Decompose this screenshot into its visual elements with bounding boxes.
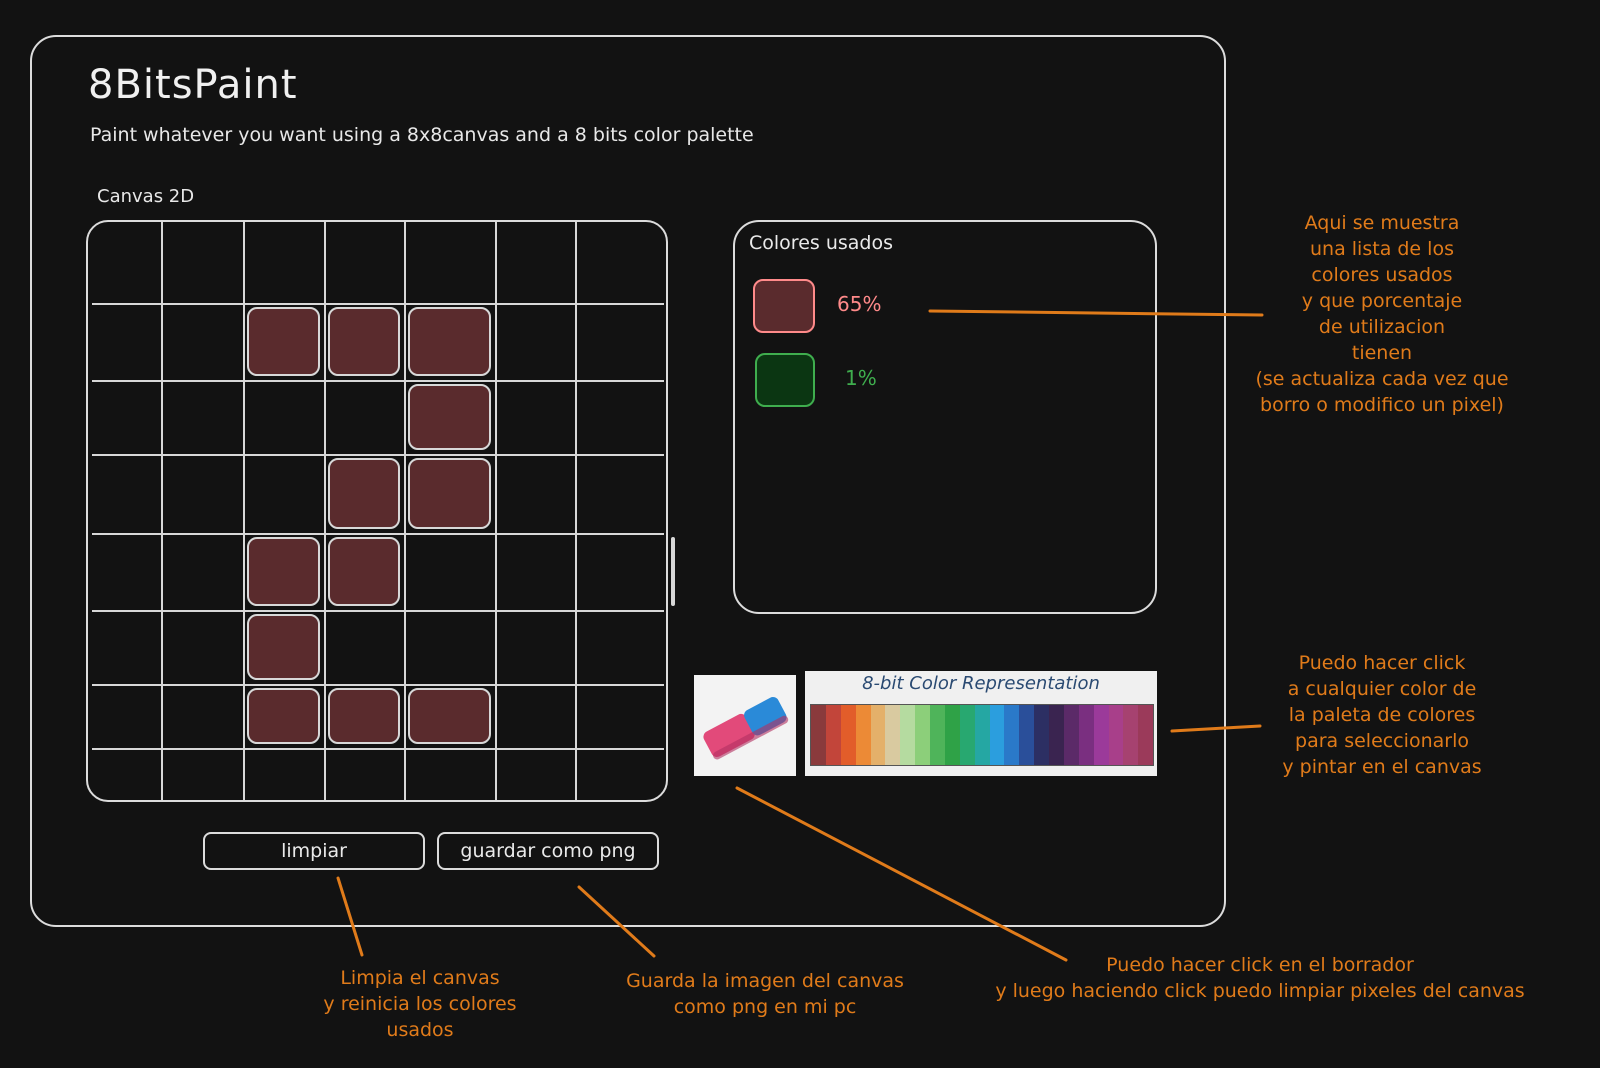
note-colors-list: Aqui se muestra una lista de los colores… — [1255, 212, 1509, 416]
arrow-eraser — [735, 786, 1068, 962]
arrow-save — [577, 885, 656, 958]
note-save: Guarda la imagen del canvas como png en … — [626, 970, 904, 1018]
note-palette: Puedo hacer click a cualquier color de l… — [1282, 652, 1482, 778]
arrow-clear — [336, 876, 364, 957]
annotation-arrows — [336, 309, 1264, 962]
arrow-colors-list — [928, 309, 1264, 317]
note-eraser: Puedo hacer click en el borrador y luego… — [995, 954, 1525, 1002]
note-clear: Limpia el canvas y reinicia los colores … — [323, 967, 517, 1041]
